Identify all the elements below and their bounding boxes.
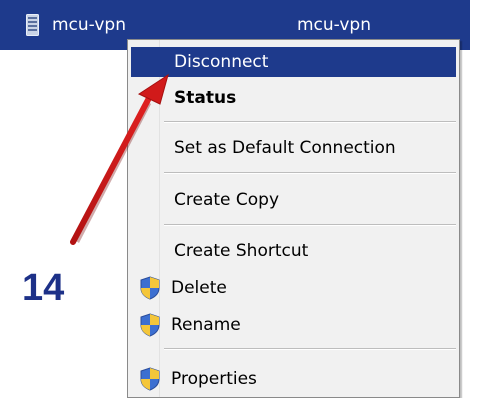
connection-name: mcu-vpn	[52, 15, 126, 35]
menu-item-rename[interactable]: Rename	[131, 310, 456, 340]
menu-separator	[164, 348, 456, 350]
menu-item-delete[interactable]: Delete	[131, 273, 456, 303]
screenshot-stage: mcu-vpn mcu-vpn Disconnect Status Set as…	[0, 0, 477, 398]
menu-item-label: Delete	[171, 278, 227, 298]
menu-item-create-shortcut[interactable]: Create Shortcut	[131, 236, 456, 266]
connection-device-name: mcu-vpn	[297, 15, 371, 35]
uac-shield-icon	[140, 367, 160, 391]
menu-item-label: Set as Default Connection	[174, 138, 396, 158]
menu-item-label: Properties	[171, 369, 257, 389]
menu-item-label: Create Copy	[174, 190, 280, 210]
menu-item-label: Disconnect	[174, 52, 269, 72]
menu-item-label: Create Shortcut	[174, 241, 309, 261]
menu-item-label: Status	[174, 88, 237, 108]
menu-separator	[164, 224, 456, 226]
uac-shield-icon	[140, 313, 160, 337]
network-connection-icon	[26, 14, 39, 36]
menu-item-properties[interactable]: Properties	[131, 364, 456, 394]
menu-separator	[164, 172, 456, 174]
menu-item-set-default-connection[interactable]: Set as Default Connection	[131, 133, 456, 163]
menu-item-status[interactable]: Status	[131, 83, 456, 113]
uac-shield-icon	[140, 276, 160, 300]
menu-item-create-copy[interactable]: Create Copy	[131, 185, 456, 215]
context-menu: Disconnect Status Set as Default Connect…	[127, 39, 460, 398]
menu-separator	[164, 121, 456, 123]
menu-item-label: Rename	[171, 315, 241, 335]
menu-item-disconnect[interactable]: Disconnect	[131, 47, 456, 77]
step-number-label: 14	[22, 267, 65, 309]
